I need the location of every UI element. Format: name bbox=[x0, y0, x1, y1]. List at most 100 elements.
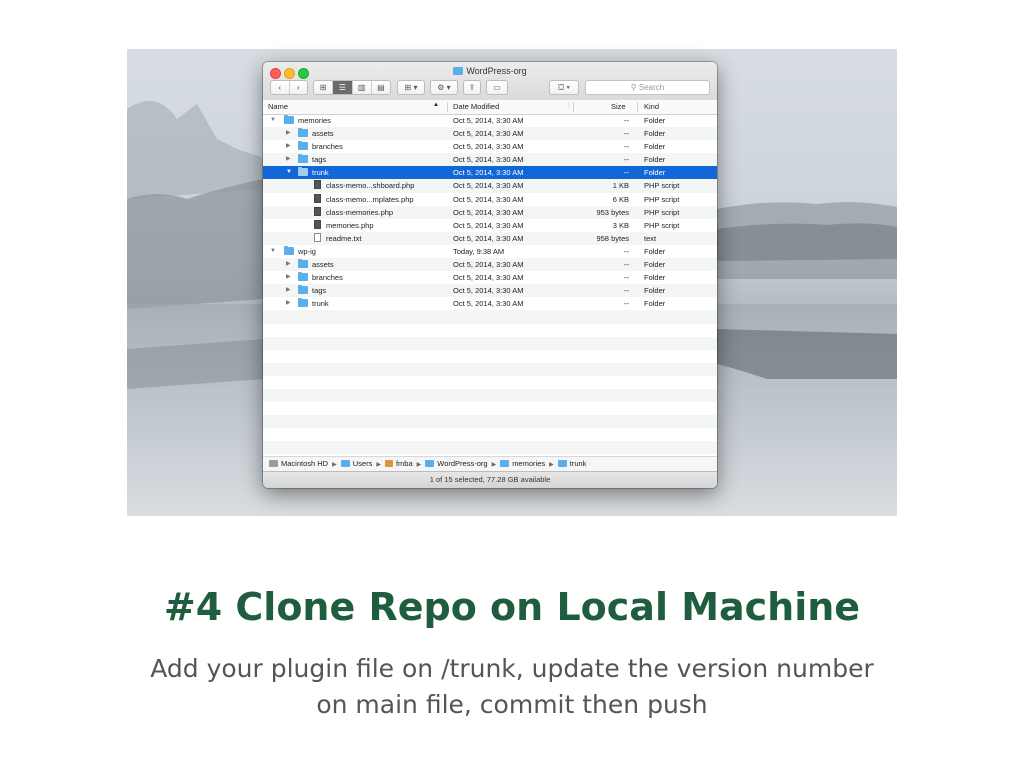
window-title: WordPress-org bbox=[263, 66, 717, 76]
path-arrow-icon: ▶ bbox=[376, 462, 381, 468]
table-row[interactable]: class-memories.php Oct 5, 2014, 3:30 AM … bbox=[263, 205, 717, 219]
file-kind: Folder bbox=[644, 260, 666, 270]
disclosure-expanded-icon[interactable]: ▼ bbox=[270, 245, 276, 258]
folder-icon bbox=[298, 128, 308, 138]
file-size: -- bbox=[624, 168, 629, 178]
disclosure-collapsed-icon[interactable]: ▶ bbox=[286, 271, 291, 284]
table-row[interactable]: class-memo...shboard.php Oct 5, 2014, 3:… bbox=[263, 179, 717, 193]
file-kind: Folder bbox=[644, 116, 666, 125]
date-modified: Oct 5, 2014, 3:30 AM bbox=[453, 260, 524, 270]
forward-button[interactable]: › bbox=[290, 81, 308, 94]
disclosure-collapsed-icon[interactable]: ▶ bbox=[286, 127, 291, 140]
date-modified: Oct 5, 2014, 3:30 AM bbox=[453, 155, 524, 165]
php-file-icon bbox=[314, 180, 321, 190]
table-row[interactable]: ▶ branches Oct 5, 2014, 3:30 AM -- Folde… bbox=[263, 140, 717, 153]
search-field[interactable]: ⚲ Search bbox=[585, 80, 710, 95]
path-item[interactable]: Users bbox=[353, 459, 373, 468]
file-name: tags bbox=[312, 286, 327, 296]
file-kind: PHP script bbox=[644, 194, 680, 204]
file-kind: Folder bbox=[644, 286, 666, 296]
empty-row bbox=[263, 441, 717, 455]
share-button[interactable]: ⇪ bbox=[463, 80, 481, 95]
table-row[interactable]: readme.txt Oct 5, 2014, 3:30 AM 958 byte… bbox=[263, 231, 717, 245]
coverflow-view-button[interactable]: ▤ bbox=[372, 81, 390, 94]
date-modified: Oct 5, 2014, 3:30 AM bbox=[453, 168, 524, 178]
table-row[interactable]: ▶ assets Oct 5, 2014, 3:30 AM -- Folder bbox=[263, 258, 717, 272]
subtitle-line: Add your plugin file on /trunk, update t… bbox=[150, 654, 874, 683]
path-item[interactable]: Macintosh HD bbox=[281, 459, 328, 468]
disclosure-collapsed-icon[interactable]: ▶ bbox=[286, 284, 291, 297]
folder-icon bbox=[557, 460, 567, 467]
disclosure-collapsed-icon[interactable]: ▶ bbox=[286, 258, 291, 271]
file-size: 958 bytes bbox=[596, 233, 629, 243]
empty-row bbox=[263, 350, 717, 363]
folder-icon bbox=[298, 259, 308, 269]
empty-row bbox=[263, 376, 717, 389]
arrange-button[interactable]: ⊞ ▾ bbox=[397, 80, 425, 95]
disclosure-collapsed-icon[interactable]: ▶ bbox=[286, 140, 291, 153]
dropbox-button[interactable]: ⛋ ▾ bbox=[549, 80, 579, 95]
date-modified: Oct 5, 2014, 3:30 AM bbox=[453, 299, 524, 309]
file-size: -- bbox=[624, 286, 629, 296]
table-row[interactable]: ▼ wp-ig Today, 9:38 AM -- Folder bbox=[263, 245, 717, 258]
disclosure-expanded-icon[interactable]: ▼ bbox=[270, 114, 276, 127]
empty-row bbox=[263, 402, 717, 415]
file-name: readme.txt bbox=[326, 233, 362, 243]
column-header-kind[interactable]: Kind bbox=[644, 102, 659, 111]
list-view-button[interactable]: ☰ bbox=[333, 81, 353, 94]
file-size: -- bbox=[624, 273, 629, 283]
icon-view-button[interactable]: ⊞ bbox=[314, 81, 334, 94]
table-row[interactable]: ▶ assets Oct 5, 2014, 3:30 AM -- Folder bbox=[263, 127, 717, 141]
empty-row bbox=[263, 362, 717, 376]
file-size: 953 bytes bbox=[596, 207, 629, 217]
file-size: -- bbox=[624, 155, 629, 165]
file-name: branches bbox=[312, 273, 343, 283]
slide-subtitle: Add your plugin file on /trunk, update t… bbox=[0, 651, 1024, 723]
title-bar: WordPress-org ‹ › ⊞ ☰ ▥ ▤ ⊞ ▾ ⚙ ▾ ⇪ ▭ ⛋ … bbox=[263, 62, 717, 115]
file-name: trunk bbox=[312, 299, 329, 309]
empty-row bbox=[263, 428, 717, 441]
disclosure-expanded-icon[interactable]: ▼ bbox=[286, 166, 292, 179]
back-forward-control: ‹ › bbox=[270, 80, 308, 95]
back-button[interactable]: ‹ bbox=[271, 81, 290, 94]
table-row-selected[interactable]: ▼ trunk Oct 5, 2014, 3:30 AM -- Folder bbox=[263, 166, 717, 180]
file-name: branches bbox=[312, 142, 343, 152]
table-row[interactable]: ▼ memories Oct 5, 2014, 3:30 AM -- Folde… bbox=[263, 114, 717, 127]
date-modified: Oct 5, 2014, 3:30 AM bbox=[453, 181, 524, 191]
action-gear-button[interactable]: ⚙ ▾ bbox=[430, 80, 458, 95]
path-item[interactable]: trunk bbox=[570, 459, 587, 468]
path-arrow-icon: ▶ bbox=[549, 462, 554, 468]
table-row[interactable]: memories.php Oct 5, 2014, 3:30 AM 3 KB P… bbox=[263, 219, 717, 232]
file-kind: Folder bbox=[644, 168, 666, 178]
file-name: trunk bbox=[312, 168, 329, 178]
folder-icon bbox=[298, 141, 308, 151]
column-header-date-modified[interactable]: Date Modified bbox=[453, 102, 499, 111]
file-size: 6 KB bbox=[612, 194, 629, 204]
empty-row bbox=[263, 388, 717, 403]
file-kind: Folder bbox=[644, 246, 666, 256]
disclosure-collapsed-icon[interactable]: ▶ bbox=[286, 153, 291, 166]
date-modified: Oct 5, 2014, 3:30 AM bbox=[453, 142, 524, 152]
path-item[interactable]: WordPress-org bbox=[437, 459, 487, 468]
path-item[interactable]: memories bbox=[512, 459, 545, 468]
column-view-button[interactable]: ▥ bbox=[353, 81, 372, 94]
table-row[interactable]: ▶ tags Oct 5, 2014, 3:30 AM -- Folder bbox=[263, 284, 717, 298]
search-icon: ⚲ bbox=[630, 83, 639, 92]
table-row[interactable]: class-memo...mplates.php Oct 5, 2014, 3:… bbox=[263, 193, 717, 206]
table-row[interactable]: ▶ branches Oct 5, 2014, 3:30 AM -- Folde… bbox=[263, 271, 717, 284]
folder-icon bbox=[298, 298, 308, 308]
disclosure-collapsed-icon[interactable]: ▶ bbox=[286, 297, 291, 310]
folder-icon bbox=[453, 67, 464, 75]
path-item[interactable]: fmba bbox=[396, 459, 413, 468]
table-row[interactable]: ▶ trunk Oct 5, 2014, 3:30 AM -- Folder bbox=[263, 297, 717, 310]
file-name: assets bbox=[312, 260, 334, 270]
date-modified: Oct 5, 2014, 3:30 AM bbox=[453, 233, 524, 243]
sort-ascending-icon: ▲ bbox=[433, 102, 439, 108]
column-header-size[interactable]: Size bbox=[611, 102, 626, 111]
tags-button[interactable]: ▭ bbox=[486, 80, 508, 95]
hard-drive-icon bbox=[269, 460, 278, 467]
table-row[interactable]: ▶ tags Oct 5, 2014, 3:30 AM -- Folder bbox=[263, 153, 717, 167]
date-modified: Oct 5, 2014, 3:30 AM bbox=[453, 194, 524, 204]
column-header-name[interactable]: Name bbox=[268, 102, 288, 111]
file-name: tags bbox=[312, 155, 327, 165]
